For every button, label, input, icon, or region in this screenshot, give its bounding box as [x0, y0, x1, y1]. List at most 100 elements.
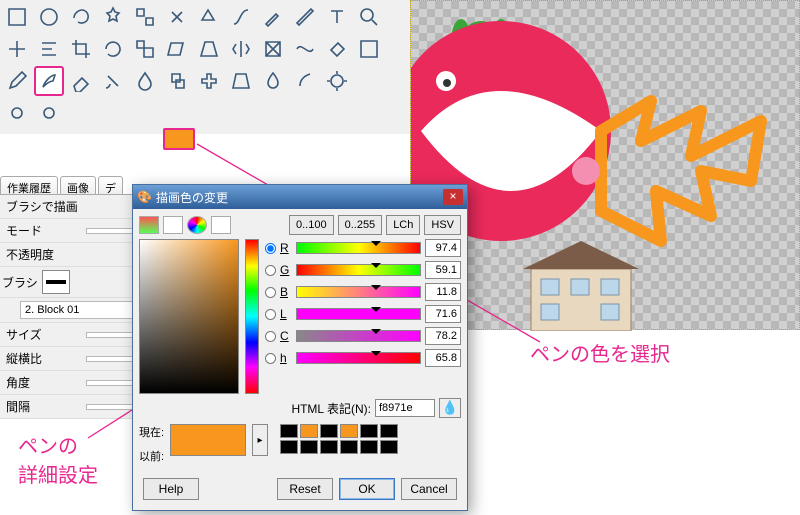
html-notation-label: HTML 表記(N):: [139, 400, 371, 417]
tool-pencil[interactable]: [2, 66, 32, 96]
channel-value-G[interactable]: [425, 261, 461, 279]
channel-slider-h[interactable]: [296, 352, 421, 364]
tool-move[interactable]: [2, 34, 32, 64]
tool-rect-select[interactable]: [2, 2, 32, 32]
channel-value-R[interactable]: [425, 239, 461, 257]
color-field[interactable]: [139, 239, 239, 394]
tool-blur[interactable]: [258, 66, 288, 96]
tool-eraser[interactable]: [66, 66, 96, 96]
channel-slider-L[interactable]: [296, 308, 421, 320]
tool-heal[interactable]: [194, 66, 224, 96]
tool-paths[interactable]: [226, 2, 256, 32]
tool-color-picker[interactable]: [258, 2, 288, 32]
tool-fuzzy[interactable]: [98, 2, 128, 32]
palette-color-11[interactable]: [380, 440, 398, 454]
model-gimp-icon[interactable]: [139, 216, 159, 234]
size-label: サイズ: [6, 326, 86, 343]
brush-preview[interactable]: [42, 270, 70, 294]
channel-value-h[interactable]: [425, 349, 461, 367]
color-history-palette: [280, 424, 398, 454]
annotation-detail-settings: ペンの 詳細設定: [18, 430, 98, 488]
palette-color-3[interactable]: [340, 424, 358, 438]
model-wheel-icon[interactable]: [187, 216, 207, 234]
foreground-color-swatch[interactable]: [163, 128, 195, 150]
hue-slider[interactable]: [245, 239, 259, 394]
tool-gradient[interactable]: [354, 34, 384, 64]
cancel-button[interactable]: Cancel: [401, 478, 457, 500]
tool-zoom[interactable]: [354, 2, 384, 32]
current-color-swatch[interactable]: [170, 424, 246, 456]
tool-lasso[interactable]: [66, 2, 96, 32]
palette-color-8[interactable]: [320, 440, 338, 454]
palette-color-7[interactable]: [300, 440, 318, 454]
channel-radio-G[interactable]: [265, 265, 276, 276]
tool-crop[interactable]: [66, 34, 96, 64]
help-button[interactable]: Help: [143, 478, 199, 500]
channel-radio-B[interactable]: [265, 287, 276, 298]
tool-ellipse-select[interactable]: [34, 2, 64, 32]
channel-radio-R[interactable]: [265, 243, 276, 254]
channel-h: h: [265, 349, 461, 367]
palette-color-4[interactable]: [360, 424, 378, 438]
tool-align[interactable]: [34, 34, 64, 64]
channel-value-C[interactable]: [425, 327, 461, 345]
channel-sliders: RGBLCh: [265, 239, 461, 394]
mode-lch-button[interactable]: LCh: [386, 215, 420, 235]
canvas-area[interactable]: [410, 0, 800, 330]
channel-radio-h[interactable]: [265, 353, 276, 364]
channel-slider-R[interactable]: [296, 242, 421, 254]
channel-value-B[interactable]: [425, 283, 461, 301]
options-title: ブラシで描画: [6, 198, 78, 215]
palette-color-6[interactable]: [280, 440, 298, 454]
palette-color-1[interactable]: [300, 424, 318, 438]
tool-text[interactable]: [322, 2, 352, 32]
model-palette-icon[interactable]: [211, 216, 231, 234]
tool-dodge[interactable]: [322, 66, 352, 96]
palette-color-9[interactable]: [340, 440, 358, 454]
channel-slider-B[interactable]: [296, 286, 421, 298]
reset-button[interactable]: Reset: [277, 478, 333, 500]
channel-label: R: [280, 241, 292, 255]
range-0-100-button[interactable]: 0..100: [289, 215, 334, 235]
palette-color-2[interactable]: [320, 424, 338, 438]
tool-shear[interactable]: [162, 34, 192, 64]
channel-slider-G[interactable]: [296, 264, 421, 276]
range-0-255-button[interactable]: 0..255: [338, 215, 383, 235]
tool-color-select[interactable]: [130, 2, 160, 32]
channel-slider-C[interactable]: [296, 330, 421, 342]
tool-clone[interactable]: [162, 66, 192, 96]
palette-color-10[interactable]: [360, 440, 378, 454]
add-to-palette-button[interactable]: ▸: [252, 424, 268, 456]
tool-bucket[interactable]: [322, 34, 352, 64]
mode-hsv-button[interactable]: HSV: [424, 215, 461, 235]
aspect-label: 縦横比: [6, 350, 86, 367]
tool-flip[interactable]: [226, 34, 256, 64]
tool-perspective-clone[interactable]: [226, 66, 256, 96]
html-notation-input[interactable]: [375, 399, 435, 417]
tool-paintbrush[interactable]: [34, 66, 64, 96]
model-cmyk-icon[interactable]: [163, 216, 183, 234]
dialog-titlebar[interactable]: 🎨 描画色の変更 ×: [133, 185, 467, 209]
tool-brightness[interactable]: [2, 98, 32, 128]
tool-cage[interactable]: [258, 34, 288, 64]
previous-label: 以前:: [139, 448, 164, 464]
eyedropper-button[interactable]: 💧: [439, 398, 461, 418]
tool-ink[interactable]: [130, 66, 160, 96]
tool-foreground[interactable]: [194, 2, 224, 32]
tool-rotate[interactable]: [98, 34, 128, 64]
palette-color-0[interactable]: [280, 424, 298, 438]
tool-smudge[interactable]: [290, 66, 320, 96]
channel-radio-L[interactable]: [265, 309, 276, 320]
channel-radio-C[interactable]: [265, 331, 276, 342]
tool-measure[interactable]: [290, 2, 320, 32]
tool-airbrush[interactable]: [98, 66, 128, 96]
tool-dodge-tool[interactable]: [34, 98, 64, 128]
tool-perspective[interactable]: [194, 34, 224, 64]
palette-color-5[interactable]: [380, 424, 398, 438]
tool-scissors[interactable]: [162, 2, 192, 32]
tool-scale[interactable]: [130, 34, 160, 64]
ok-button[interactable]: OK: [339, 478, 395, 500]
close-icon[interactable]: ×: [443, 189, 463, 205]
tool-warp[interactable]: [290, 34, 320, 64]
channel-value-L[interactable]: [425, 305, 461, 323]
